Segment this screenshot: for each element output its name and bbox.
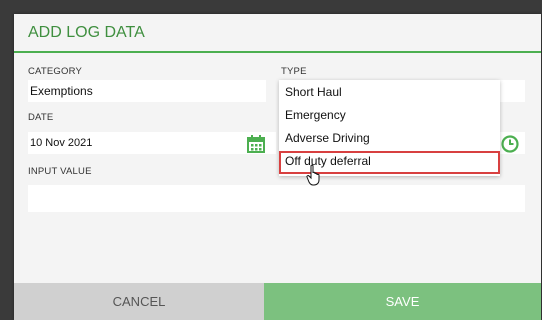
clock-icon[interactable] xyxy=(500,134,520,154)
date-label: DATE xyxy=(28,112,54,123)
type-option-label: Emergency xyxy=(285,108,346,122)
calendar-icon[interactable] xyxy=(246,134,266,154)
input-value-field[interactable] xyxy=(28,185,525,212)
dialog-buttons: CANCEL SAVE xyxy=(14,283,541,320)
date-value: 10 Nov 2021 xyxy=(30,137,93,149)
type-label: TYPE xyxy=(281,66,307,77)
hand-cursor-icon xyxy=(306,164,320,186)
type-option-short-haul[interactable]: Short Haul xyxy=(279,82,500,102)
dialog-title: ADD LOG DATA xyxy=(28,24,145,41)
type-option-label: Off duty deferral xyxy=(285,154,371,168)
category-label: CATEGORY xyxy=(28,66,83,77)
type-dropdown-menu: Short Haul Emergency Adverse Driving Off… xyxy=(279,80,500,176)
date-field[interactable]: 10 Nov 2021 xyxy=(28,132,276,154)
type-option-emergency[interactable]: Emergency xyxy=(279,105,500,125)
save-button[interactable]: SAVE xyxy=(264,283,541,320)
input-value-label: INPUT VALUE xyxy=(28,166,92,177)
type-option-label: Adverse Driving xyxy=(285,131,370,145)
type-option-label: Short Haul xyxy=(285,85,342,99)
cancel-button[interactable]: CANCEL xyxy=(14,283,264,320)
dialog-header: ADD LOG DATA xyxy=(14,14,541,53)
type-option-adverse-driving[interactable]: Adverse Driving xyxy=(279,128,500,148)
category-select[interactable]: Exemptions xyxy=(28,80,266,102)
category-value: Exemptions xyxy=(30,84,93,98)
